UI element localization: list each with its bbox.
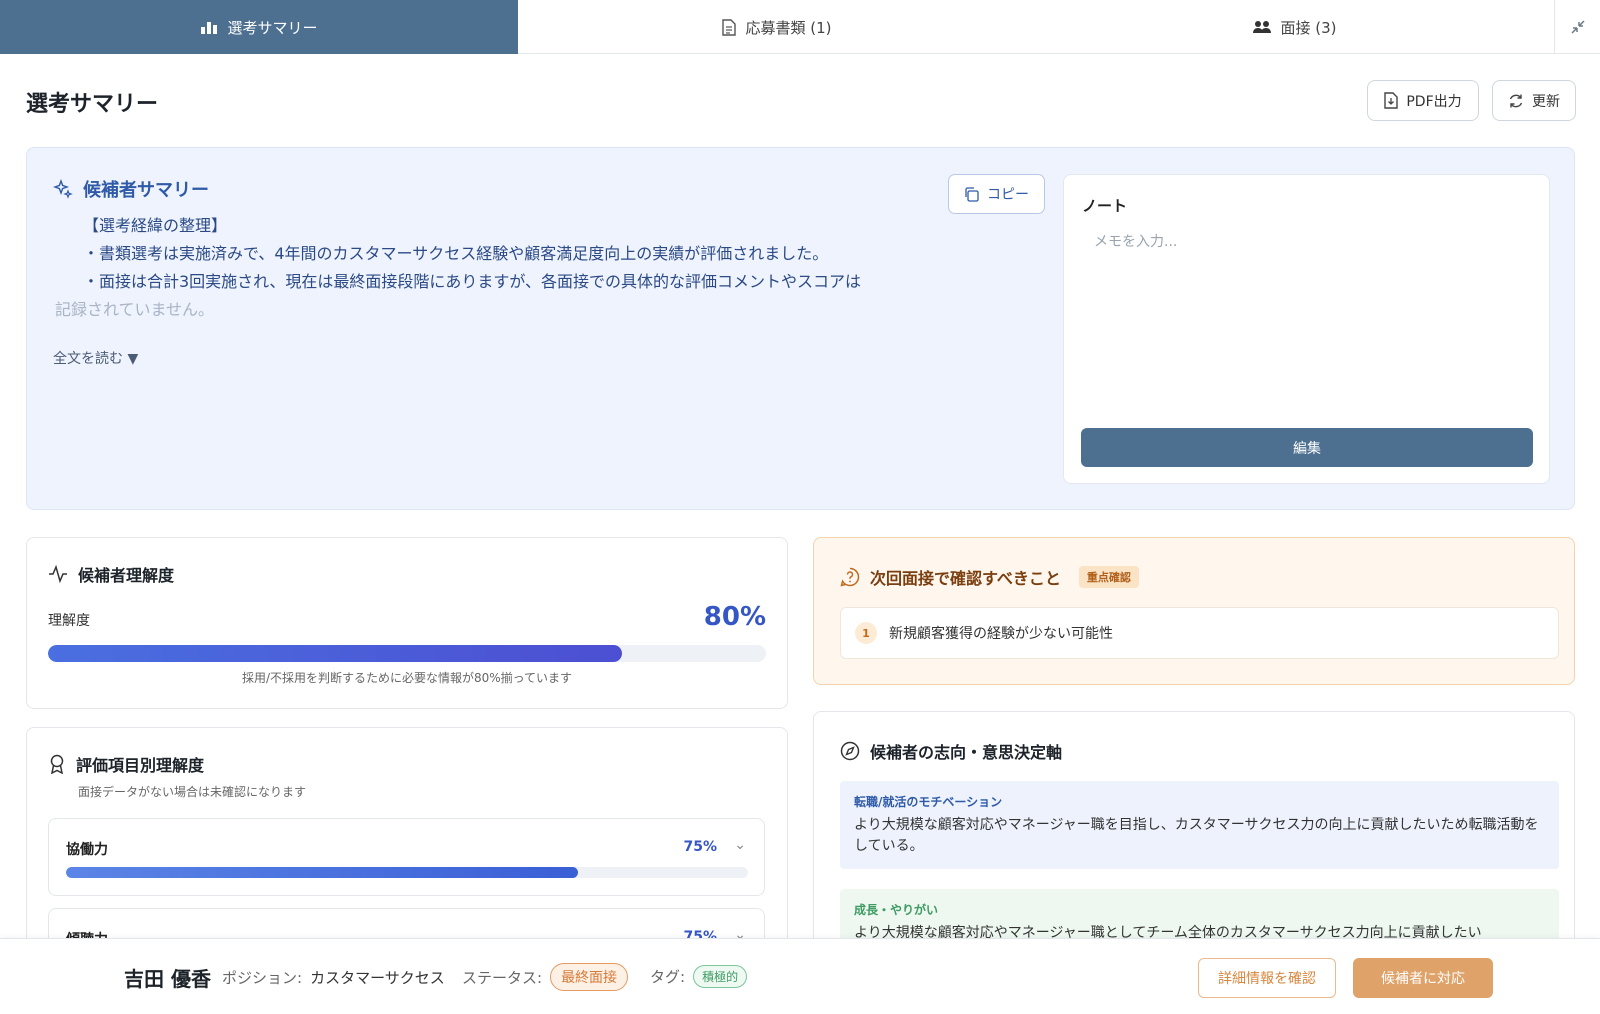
pdf-export-label: PDF出力 (1406, 93, 1462, 110)
bar-chart-icon (201, 22, 218, 34)
orientation-title-text: 候補者の志向・意思決定軸 (870, 743, 1063, 762)
understanding-title: 候補者理解度 (48, 562, 174, 586)
summary-line: ・書類選考は実施済みで、4年間のカスタマーサクセス経験や顧客満足度向上の実績が評… (83, 244, 829, 263)
next-interview-card: 次回面接で確認すべきこと 重点確認 1 新規顧客獲得の経験が少ない可能性 (813, 537, 1575, 685)
page-title: 選考サマリー (26, 92, 159, 117)
tab-label: 選考サマリー (227, 18, 318, 37)
note-title: ノート (1082, 197, 1128, 215)
summary-text: 【選考経緯の整理】 ・書類選考は実施済みで、4年間のカスタマーサクセス経験や顧客… (55, 212, 953, 324)
summary-title: 候補者サマリー (53, 176, 209, 202)
tab-label: 応募書類 (1) (745, 18, 832, 37)
refresh-label: 更新 (1532, 93, 1560, 110)
status-key: ステータス: (462, 968, 543, 987)
tag-key: タグ: (650, 968, 686, 986)
refresh-icon (1509, 94, 1523, 107)
orientation-card: 候補者の志向・意思決定軸 転職/就活のモチベーション より大規模な顧客対応やマネ… (813, 711, 1575, 957)
respond-candidate-button[interactable]: 候補者に対応 (1353, 958, 1493, 998)
position-value: カスタマーサクセス (310, 969, 445, 987)
position-key: ポジション: (222, 969, 303, 987)
evaluation-item[interactable]: 協働力 75% ⌄ (48, 818, 765, 896)
evaluation-subtitle: 面接データがない場合は未確認になります (78, 785, 307, 799)
candidate-name: 吉田 優香 (124, 967, 211, 991)
candidate-footer-bar: 吉田 優香 ポジション: カスタマーサクセス ステータス: 最終面接 タグ: 積… (0, 938, 1600, 1014)
copy-icon (965, 186, 979, 202)
tab-interviews[interactable]: 面接 (3) (1036, 0, 1554, 54)
orientation-block-label: 成長・やりがい (854, 903, 939, 917)
item-number-badge: 1 (855, 622, 877, 644)
tag-meta: タグ: 積極的 (650, 965, 748, 988)
note-box: ノート 編集 (1063, 174, 1550, 484)
summary-heading: 【選考経緯の整理】 (83, 216, 228, 235)
next-interview-item: 1 新規顧客獲得の経験が少ない可能性 (840, 607, 1559, 659)
copy-label: コピー (987, 187, 1029, 203)
summary-title-text: 候補者サマリー (83, 180, 209, 201)
tab-application-documents[interactable]: 応募書類 (1) (518, 0, 1036, 54)
document-icon (722, 18, 737, 36)
collapse-button[interactable] (1554, 0, 1600, 54)
understanding-label: 理解度 (48, 613, 90, 629)
chevron-down-icon: ⌄ (734, 837, 746, 853)
pdf-export-button[interactable]: PDF出力 (1367, 80, 1479, 121)
orientation-block-motivation: 転職/就活のモチベーション より大規模な顧客対応やマネージャー職を目指し、カスタ… (840, 781, 1559, 869)
activity-icon (49, 565, 67, 583)
users-icon (1253, 21, 1272, 33)
evaluation-title: 評価項目別理解度 (48, 752, 204, 776)
priority-badge: 重点確認 (1078, 566, 1139, 588)
edit-button[interactable]: 編集 (1081, 428, 1533, 467)
download-file-icon (1384, 92, 1399, 109)
summary-line: ・面接は合計3回実施され、現在は最終面接段階にありますが、各面接での具体的な評価… (83, 272, 862, 291)
evaluation-card: 評価項目別理解度 面接データがない場合は未確認になります 協働力 75% ⌄ 傾… (26, 727, 788, 957)
tag-badge: 積極的 (693, 965, 748, 988)
compass-icon (840, 741, 860, 761)
understanding-note: 採用/不採用を判断するために必要な情報が80%揃っています (241, 671, 573, 685)
evaluation-title-text: 評価項目別理解度 (76, 756, 205, 775)
understanding-title-text: 候補者理解度 (78, 566, 175, 585)
question-circle-icon (840, 567, 860, 587)
sparkle-icon (53, 179, 73, 199)
copy-button[interactable]: コピー (948, 174, 1045, 214)
evaluation-item-name: 協働力 (66, 842, 108, 858)
orientation-title: 候補者の志向・意思決定軸 (840, 739, 1062, 763)
evaluation-progress-fill (66, 867, 578, 878)
tab-label: 面接 (3) (1280, 18, 1337, 37)
next-interview-title-text: 次回面接で確認すべきこと (870, 569, 1061, 588)
note-input[interactable] (1094, 231, 1534, 401)
understanding-progress-fill (48, 645, 623, 662)
understanding-percent: 80% (703, 602, 766, 632)
candidate-summary-panel: 候補者サマリー 【選考経緯の整理】 ・書類選考は実施済みで、4年間のカスタマーサ… (26, 147, 1575, 510)
summary-line: 記録されていません。 (55, 300, 215, 319)
tab-bar: 選考サマリー 応募書類 (1) 面接 (3) (0, 0, 1600, 54)
orientation-block-label: 転職/就活のモチベーション (854, 795, 1003, 809)
evaluation-item-percent: 75% (683, 839, 717, 855)
status-badge: 最終面接 (550, 963, 629, 991)
refresh-button[interactable]: 更新 (1492, 80, 1576, 121)
next-interview-item-text: 新規顧客獲得の経験が少ない可能性 (889, 626, 1113, 642)
tab-selection-summary[interactable]: 選考サマリー (0, 0, 518, 54)
read-more-link[interactable]: 全文を読む ▼ (53, 348, 138, 368)
collapse-icon (1570, 20, 1585, 34)
status-meta: ステータス: 最終面接 (462, 963, 629, 991)
award-icon (50, 754, 64, 774)
orientation-block-text: より大規模な顧客対応やマネージャー職を目指し、カスタマーサクセス力の向上に貢献し… (854, 817, 1539, 854)
next-interview-title: 次回面接で確認すべきこと 重点確認 (840, 565, 1139, 589)
understanding-card: 候補者理解度 理解度 80% 採用/不採用を判断するために必要な情報が80%揃っ… (26, 537, 788, 709)
view-details-button[interactable]: 詳細情報を確認 (1198, 958, 1336, 998)
evaluation-progress-track (66, 867, 748, 878)
position-meta: ポジション: カスタマーサクセス (222, 967, 445, 988)
understanding-progress-track (48, 645, 766, 662)
